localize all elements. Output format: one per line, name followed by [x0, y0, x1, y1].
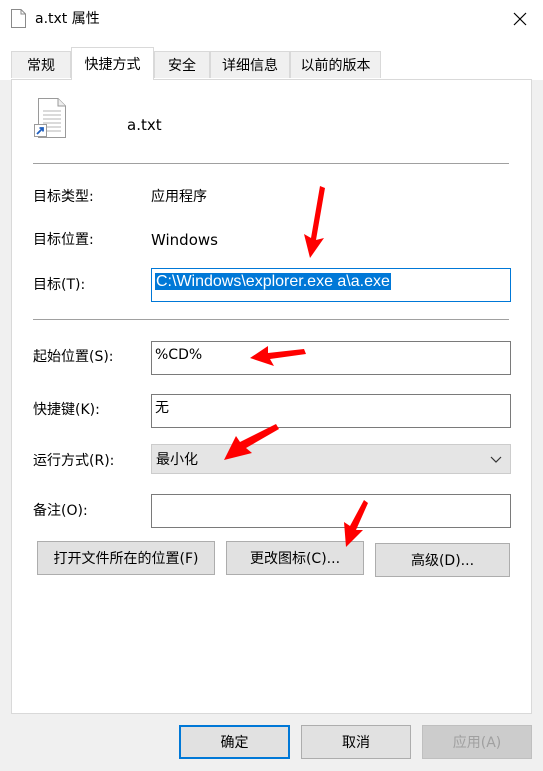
target-value: C:\Windows\explorer.exe a\a.exe	[155, 273, 391, 290]
file-icon	[11, 9, 26, 28]
shortcut-key-label: 快捷键(K):	[33, 402, 100, 418]
title-bar: a.txt 属性	[0, 0, 543, 38]
target-label: 目标(T):	[33, 277, 86, 293]
run-value: 最小化	[156, 452, 198, 468]
file-name: a.txt	[127, 116, 162, 134]
cancel-button[interactable]: 取消	[301, 725, 411, 759]
close-button[interactable]	[497, 0, 543, 38]
shortcut-key-value: 无	[155, 400, 169, 416]
start-in-value: %CD%	[155, 347, 203, 363]
open-file-location-button[interactable]: 打开文件所在的位置(F)	[37, 541, 215, 575]
apply-button[interactable]: 应用(A)	[422, 725, 532, 759]
start-in-input[interactable]: %CD%	[151, 341, 511, 375]
target-type-label: 目标类型:	[33, 189, 94, 205]
separator	[33, 319, 509, 320]
target-location-value: Windows	[151, 231, 218, 249]
tab-general[interactable]: 常规	[11, 51, 71, 78]
start-in-label: 起始位置(S):	[33, 349, 114, 365]
advanced-button[interactable]: 高级(D)...	[375, 543, 510, 577]
run-label: 运行方式(R):	[33, 453, 115, 469]
run-select[interactable]: 最小化	[151, 444, 511, 474]
comment-input[interactable]	[151, 494, 511, 528]
comment-label: 备注(O):	[33, 503, 88, 519]
target-input[interactable]: C:\Windows\explorer.exe a\a.exe	[151, 268, 511, 302]
window-title: a.txt 属性	[35, 11, 100, 27]
change-icon-button[interactable]: 更改图标(C)...	[226, 541, 364, 575]
tab-security[interactable]: 安全	[154, 51, 210, 78]
target-type-value: 应用程序	[151, 189, 207, 205]
separator	[33, 163, 509, 164]
shortcut-file-icon	[34, 98, 66, 138]
tab-shortcut[interactable]: 快捷方式	[71, 47, 154, 80]
chevron-down-icon	[490, 456, 502, 463]
target-location-label: 目标位置:	[33, 232, 94, 248]
tab-details[interactable]: 详细信息	[210, 51, 290, 78]
shortcut-key-input[interactable]: 无	[151, 394, 511, 428]
tab-previous-versions[interactable]: 以前的版本	[290, 51, 381, 78]
tab-strip: 常规 快捷方式 安全 详细信息 以前的版本	[0, 38, 543, 80]
ok-button[interactable]: 确定	[179, 725, 290, 759]
close-icon	[513, 12, 527, 26]
